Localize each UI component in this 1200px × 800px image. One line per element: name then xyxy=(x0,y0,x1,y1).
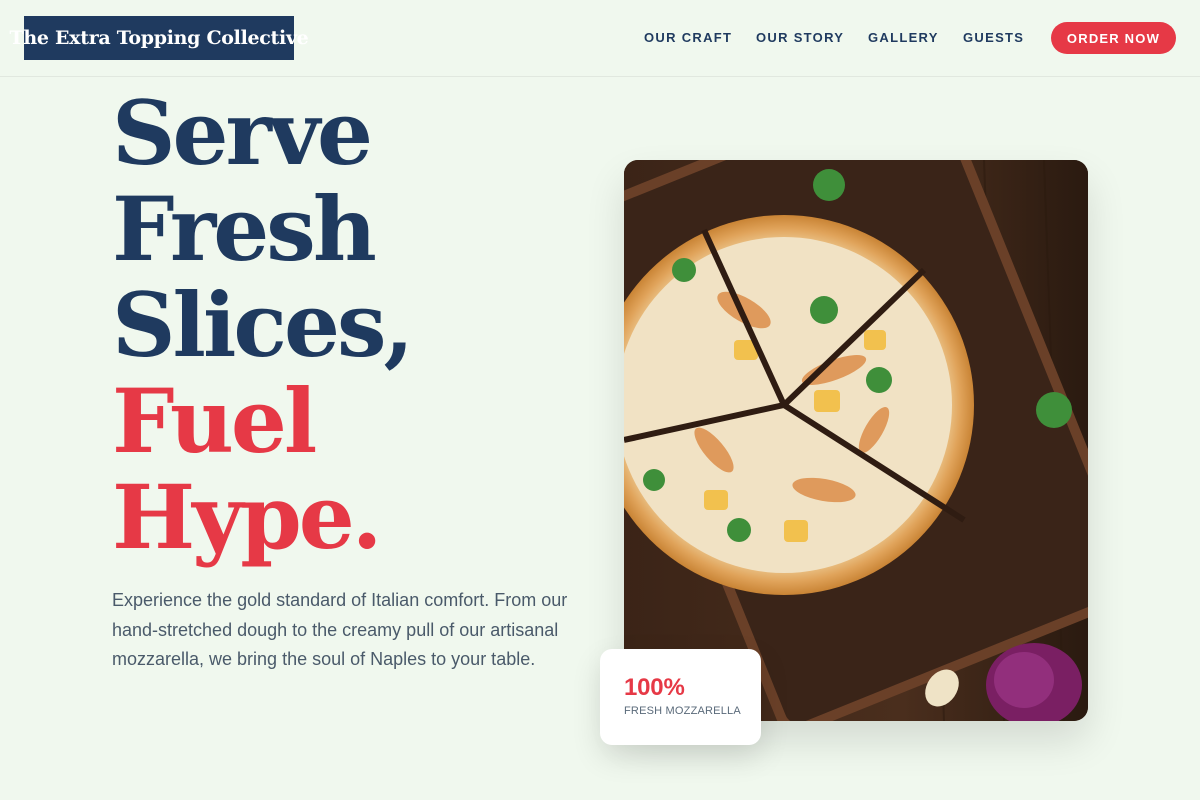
stat-label: FRESH MOZZARELLA xyxy=(624,705,741,717)
nav-link-our-story[interactable]: OUR STORY xyxy=(756,30,844,45)
headline-line-3: Slices, xyxy=(112,273,414,377)
brand-name: The Extra Topping Collective xyxy=(9,27,309,49)
pizza-photo xyxy=(624,160,1088,721)
pizza-illustration xyxy=(624,160,1088,721)
nav-link-guests[interactable]: GUESTS xyxy=(963,30,1024,45)
hero-description: Experience the gold standard of Italian … xyxy=(112,590,568,669)
headline-line-2: Fresh xyxy=(112,177,377,281)
headline-line-4: Fuel xyxy=(112,369,317,473)
hero-headline: Serve Fresh Slices, Fuel Hype. xyxy=(112,81,414,569)
brand-logo[interactable]: The Extra Topping Collective xyxy=(10,16,309,60)
site-header: The Extra Topping Collective OUR CRAFT O… xyxy=(0,0,1200,77)
nav-link-our-craft[interactable]: OUR CRAFT xyxy=(644,30,732,45)
order-now-button[interactable]: ORDER NOW xyxy=(1051,22,1176,54)
nav-link-gallery[interactable]: GALLERY xyxy=(868,30,939,45)
headline-line-1: Serve xyxy=(112,81,373,185)
stat-value: 100% xyxy=(624,674,685,701)
headline-line-5: Hype. xyxy=(112,465,382,569)
stat-card: 100% FRESH MOZZARELLA xyxy=(600,649,761,745)
